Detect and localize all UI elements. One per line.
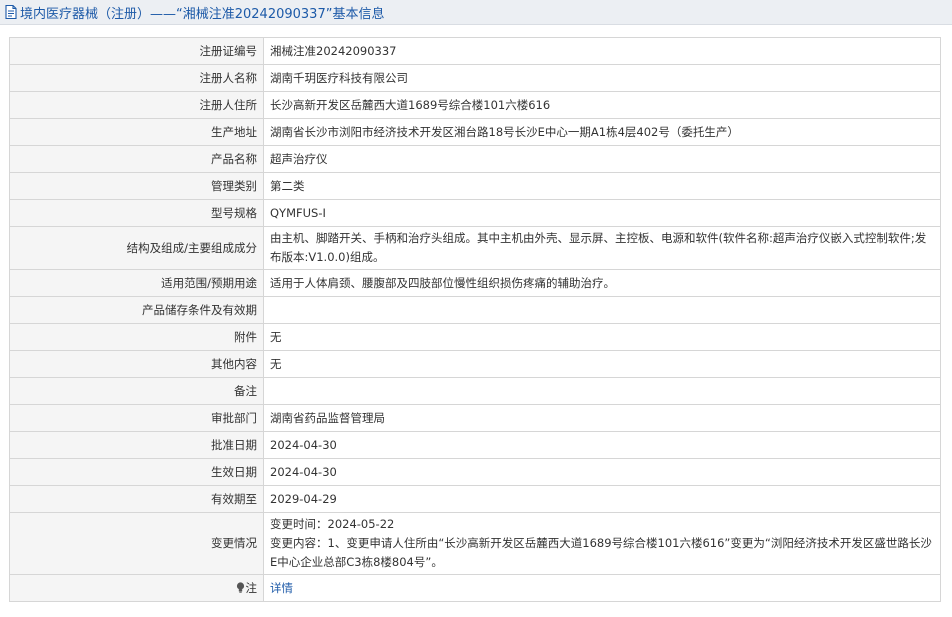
document-icon	[4, 4, 18, 20]
table-row: 适用范围/预期用途 适用于人体肩颈、腰腹部及四肢部位慢性组织损伤疼痛的辅助治疗。	[9, 269, 941, 297]
row-label: 备注	[9, 377, 264, 405]
row-value: 湘械注准20242090337	[263, 37, 941, 65]
row-label: 适用范围/预期用途	[9, 269, 264, 297]
table-row: 产品储存条件及有效期	[9, 296, 941, 324]
table-row: 生产地址 湖南省长沙市浏阳市经济技术开发区湘台路18号长沙E中心一期A1栋4层40…	[9, 118, 941, 146]
row-label: 生产地址	[9, 118, 264, 146]
note-label-cell: 注	[9, 574, 264, 602]
table-row: 产品名称 超声治疗仪	[9, 145, 941, 173]
row-value: 湖南省长沙市浏阳市经济技术开发区湘台路18号长沙E中心一期A1栋4层402号（委…	[263, 118, 941, 146]
change-time: 变更时间：2024-05-22	[270, 517, 395, 531]
row-value	[263, 377, 941, 405]
row-label: 注册人住所	[9, 91, 264, 119]
row-value: 适用于人体肩颈、腰腹部及四肢部位慢性组织损伤疼痛的辅助治疗。	[263, 269, 941, 297]
table-row: 生效日期 2024-04-30	[9, 458, 941, 486]
table-row: 备注	[9, 377, 941, 405]
row-label: 产品名称	[9, 145, 264, 173]
table-row: 管理类别 第二类	[9, 172, 941, 200]
table-row: 注册证编号 湘械注准20242090337	[9, 37, 941, 65]
change-details: 变更时间：2024-05-22 变更内容：1、变更申请人住所由“长沙高新开发区岳…	[263, 512, 941, 575]
row-value: 2024-04-30	[263, 458, 941, 486]
table-row: 注册人名称 湖南千玥医疗科技有限公司	[9, 64, 941, 92]
table-row: 型号规格 QYMFUS-I	[9, 199, 941, 227]
row-label: 型号规格	[9, 199, 264, 227]
row-label: 其他内容	[9, 350, 264, 378]
change-content: 变更内容：1、变更申请人住所由“长沙高新开发区岳麓西大道1689号综合楼101六…	[270, 536, 932, 569]
row-value: 无	[263, 350, 941, 378]
table-row: 附件无	[9, 323, 941, 351]
row-value: 湖南省药品监督管理局	[263, 404, 941, 432]
page-title: 境内医疗器械（注册）——“湘械注准20242090337”基本信息	[20, 6, 385, 22]
table-row: 结构及组成/主要组成成分 由主机、脚踏开关、手柄和治疗头组成。其中主机由外壳、显示…	[9, 226, 941, 270]
note-value-cell: 详情	[263, 574, 941, 602]
row-label: 有效期至	[9, 485, 264, 513]
row-label: 变更情况	[9, 512, 264, 575]
row-label: 注册人名称	[9, 64, 264, 92]
info-table-container: 注册证编号 湘械注准20242090337 注册人名称 湖南千玥医疗科技有限公司 注…	[9, 37, 941, 602]
row-value: 第二类	[263, 172, 941, 200]
row-value: 2029-04-29	[263, 485, 941, 513]
row-label: 审批部门	[9, 404, 264, 432]
table-row-change: 变更情况 变更时间：2024-05-22 变更内容：1、变更申请人住所由“长沙高…	[9, 512, 941, 575]
info-table: 注册证编号 湘械注准20242090337 注册人名称 湖南千玥医疗科技有限公司 注…	[9, 37, 941, 602]
row-label: 生效日期	[9, 458, 264, 486]
table-row: 审批部门 湖南省药品监督管理局	[9, 404, 941, 432]
table-row: 批准日期 2024-04-30	[9, 431, 941, 459]
table-row-note: 注 详情	[9, 574, 941, 602]
row-label: 管理类别	[9, 172, 264, 200]
row-label: 注册证编号	[9, 37, 264, 65]
table-row: 其他内容无	[9, 350, 941, 378]
row-value: 湖南千玥医疗科技有限公司	[263, 64, 941, 92]
table-row: 有效期至 2029-04-29	[9, 485, 941, 513]
row-label: 批准日期	[9, 431, 264, 459]
row-value: 无	[263, 323, 941, 351]
row-value: 由主机、脚踏开关、手柄和治疗头组成。其中主机由外壳、显示屏、主控板、电源和软件(…	[263, 226, 941, 270]
row-label: 产品储存条件及有效期	[9, 296, 264, 324]
row-value	[263, 296, 941, 324]
note-label: 注	[245, 580, 258, 595]
details-link[interactable]: 详情	[270, 581, 293, 595]
table-row: 注册人住所 长沙高新开发区岳麓西大道1689号综合楼101六楼616	[9, 91, 941, 119]
row-value: 超声治疗仪	[263, 145, 941, 173]
row-value: QYMFUS-I	[263, 199, 941, 227]
row-value: 长沙高新开发区岳麓西大道1689号综合楼101六楼616	[263, 91, 941, 119]
row-label: 附件	[9, 323, 264, 351]
lightbulb-icon	[236, 581, 245, 593]
page-header: 境内医疗器械（注册）——“湘械注准20242090337”基本信息	[0, 0, 952, 25]
row-value: 2024-04-30	[263, 431, 941, 459]
row-label: 结构及组成/主要组成成分	[9, 226, 264, 270]
